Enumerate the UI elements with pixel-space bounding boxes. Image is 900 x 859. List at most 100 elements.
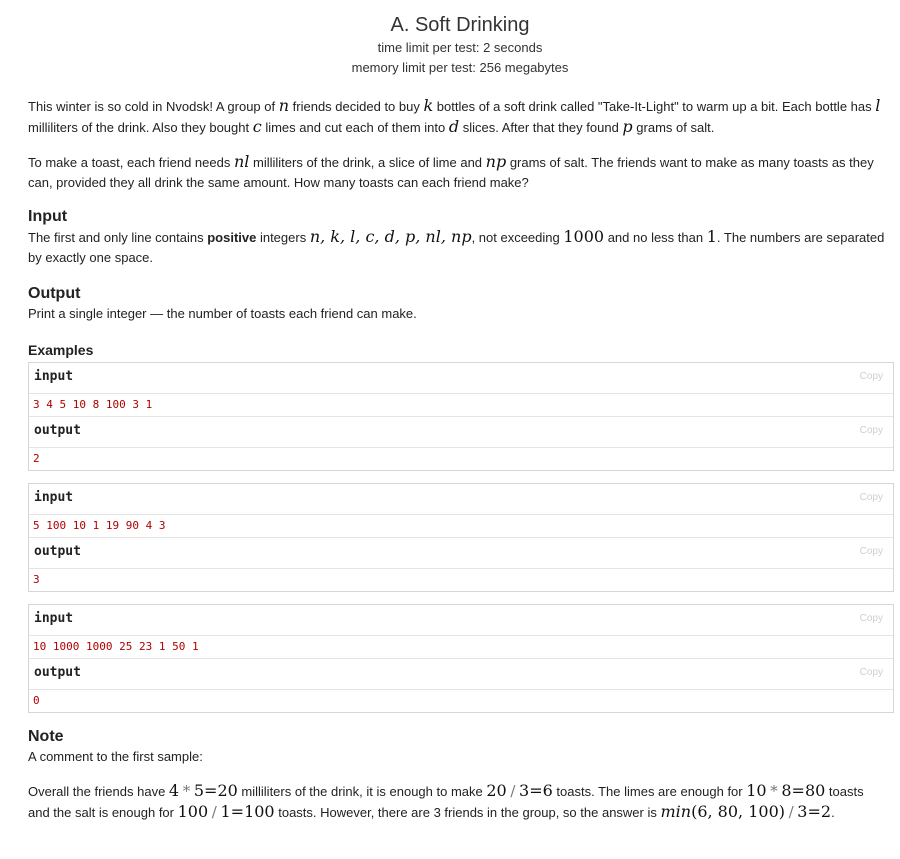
math-number: (6, 80, 100) xyxy=(691,802,785,821)
math-var: p xyxy=(622,117,633,136)
math-number: 5 xyxy=(193,781,205,800)
note-text: Overall the friends have xyxy=(28,784,169,799)
math-var: d xyxy=(448,117,460,136)
input-label: input xyxy=(34,369,74,384)
note-paragraph-1: A comment to the first sample: xyxy=(28,749,203,764)
note-text: milliliters of the drink, it is enough t… xyxy=(237,784,487,799)
example-output: 3 xyxy=(29,569,893,591)
note-paragraph-2: Overall the friends have 4 * 5=20 millil… xyxy=(28,781,888,823)
examples-title: Examples xyxy=(28,342,94,358)
math-var: n xyxy=(278,96,290,115)
example-input-text: 10 1000 1000 25 23 1 50 1 xyxy=(33,640,199,653)
example-input: 5 100 10 1 19 90 4 3 xyxy=(29,515,893,538)
math-number: 2 xyxy=(820,802,832,821)
output-section-title: Output xyxy=(28,285,81,302)
input-text: , not exceeding xyxy=(471,230,564,245)
input-label: input xyxy=(34,611,74,626)
math-number: 100 xyxy=(177,802,209,821)
copy-button[interactable]: Copy xyxy=(860,425,883,436)
problem-page: A. Soft Drinking time limit per test: 2 … xyxy=(0,0,900,859)
statement-text: slices. After that they found xyxy=(459,120,623,135)
copy-button[interactable]: Copy xyxy=(860,371,883,382)
input-text: The first and only line contains xyxy=(28,230,208,245)
statement-text: grams of salt. xyxy=(632,120,715,135)
math-var: c xyxy=(252,117,262,136)
math-number: 1000 xyxy=(563,227,605,246)
math-var: k xyxy=(423,96,434,115)
math-operator: / xyxy=(510,782,516,800)
math-number: 80 xyxy=(804,781,826,800)
input-section-title: Input xyxy=(28,208,68,225)
math-var: nl xyxy=(233,152,250,171)
math-var: l xyxy=(875,96,881,115)
example-block: input Copy 3 4 5 10 8 100 3 1 output Cop… xyxy=(28,362,894,471)
math-operator: = xyxy=(230,802,245,821)
example-input-header: input Copy xyxy=(29,363,893,394)
math-number: 20 xyxy=(217,781,238,800)
note-section-title: Note xyxy=(28,728,64,745)
statement-text: milliliters of the drink, a slice of lim… xyxy=(249,155,486,170)
copy-button[interactable]: Copy xyxy=(860,546,883,557)
copy-button[interactable]: Copy xyxy=(860,613,883,624)
math-number: 100 xyxy=(244,802,275,821)
example-output-text: 3 xyxy=(33,573,40,586)
problem-header: A. Soft Drinking time limit per test: 2 … xyxy=(28,0,892,78)
note-text: toasts. However, there are 3 friends in … xyxy=(274,805,661,820)
example-input-header: input Copy xyxy=(29,605,893,636)
input-bold-text: positive xyxy=(207,230,257,245)
math-var-list: n, k, l, c, d, p, nl, np xyxy=(309,227,472,246)
output-description: Print a single integer — the number of t… xyxy=(28,306,417,321)
math-number: 8 xyxy=(781,781,792,800)
statement-paragraph-2: To make a toast, each friend needs nl mi… xyxy=(28,152,888,193)
note-text: toasts. The limes are enough for xyxy=(552,784,747,799)
example-block: input Copy 10 1000 1000 25 23 1 50 1 out… xyxy=(28,604,894,713)
example-output-header: output Copy xyxy=(29,659,893,690)
math-function: min xyxy=(660,802,692,821)
math-operator: = xyxy=(807,802,821,821)
time-limit: time limit per test: 2 seconds xyxy=(377,40,543,55)
copy-button[interactable]: Copy xyxy=(860,667,883,678)
example-output-text: 2 xyxy=(33,452,40,465)
math-operator: * xyxy=(770,782,778,800)
input-text: integers xyxy=(256,230,310,245)
output-label: output xyxy=(34,544,81,559)
math-operator: = xyxy=(529,781,543,800)
math-number: 6 xyxy=(542,781,553,800)
statement-text: To make a toast, each friend needs xyxy=(28,155,234,170)
output-label: output xyxy=(34,665,81,680)
math-operator: * xyxy=(182,782,191,800)
math-number: 4 xyxy=(168,781,180,800)
example-input-text: 3 4 5 10 8 100 3 1 xyxy=(33,398,153,411)
statement-text: milliliters of the drink. Also they boug… xyxy=(28,120,253,135)
example-input-text: 5 100 10 1 19 90 4 3 xyxy=(33,519,166,532)
example-input: 3 4 5 10 8 100 3 1 xyxy=(29,394,893,417)
problem-title: A. Soft Drinking xyxy=(390,14,530,36)
math-number: 20 xyxy=(486,781,507,800)
input-description: The first and only line contains positiv… xyxy=(28,227,892,268)
example-input: 10 1000 1000 25 23 1 50 1 xyxy=(29,636,893,659)
math-number: 3 xyxy=(519,781,530,800)
math-operator: / xyxy=(211,803,217,821)
statement-text: bottles of a soft drink called "Take-It-… xyxy=(433,99,876,114)
math-number: 1 xyxy=(220,802,231,821)
example-output: 2 xyxy=(29,448,893,470)
input-label: input xyxy=(34,490,74,505)
math-number: 3 xyxy=(797,802,808,821)
input-text: and no less than xyxy=(604,230,707,245)
math-operator: = xyxy=(204,781,218,800)
example-block: input Copy 5 100 10 1 19 90 4 3 output C… xyxy=(28,483,894,592)
copy-button[interactable]: Copy xyxy=(860,492,883,503)
memory-limit: memory limit per test: 256 megabytes xyxy=(351,60,569,75)
example-output-header: output Copy xyxy=(29,417,893,448)
math-var: np xyxy=(485,152,507,171)
example-input-header: input Copy xyxy=(29,484,893,515)
statement-text: limes and cut each of them into xyxy=(261,120,449,135)
example-output-header: output Copy xyxy=(29,538,893,569)
math-number: 10 xyxy=(746,781,767,800)
math-operator: = xyxy=(791,781,805,800)
statement-text: This winter is so cold in Nvodsk! A grou… xyxy=(28,99,279,114)
statement-paragraph-1: This winter is so cold in Nvodsk! A grou… xyxy=(28,96,888,138)
note-text: . xyxy=(831,805,835,820)
math-number: 1 xyxy=(706,227,717,246)
math-operator: / xyxy=(788,803,794,821)
